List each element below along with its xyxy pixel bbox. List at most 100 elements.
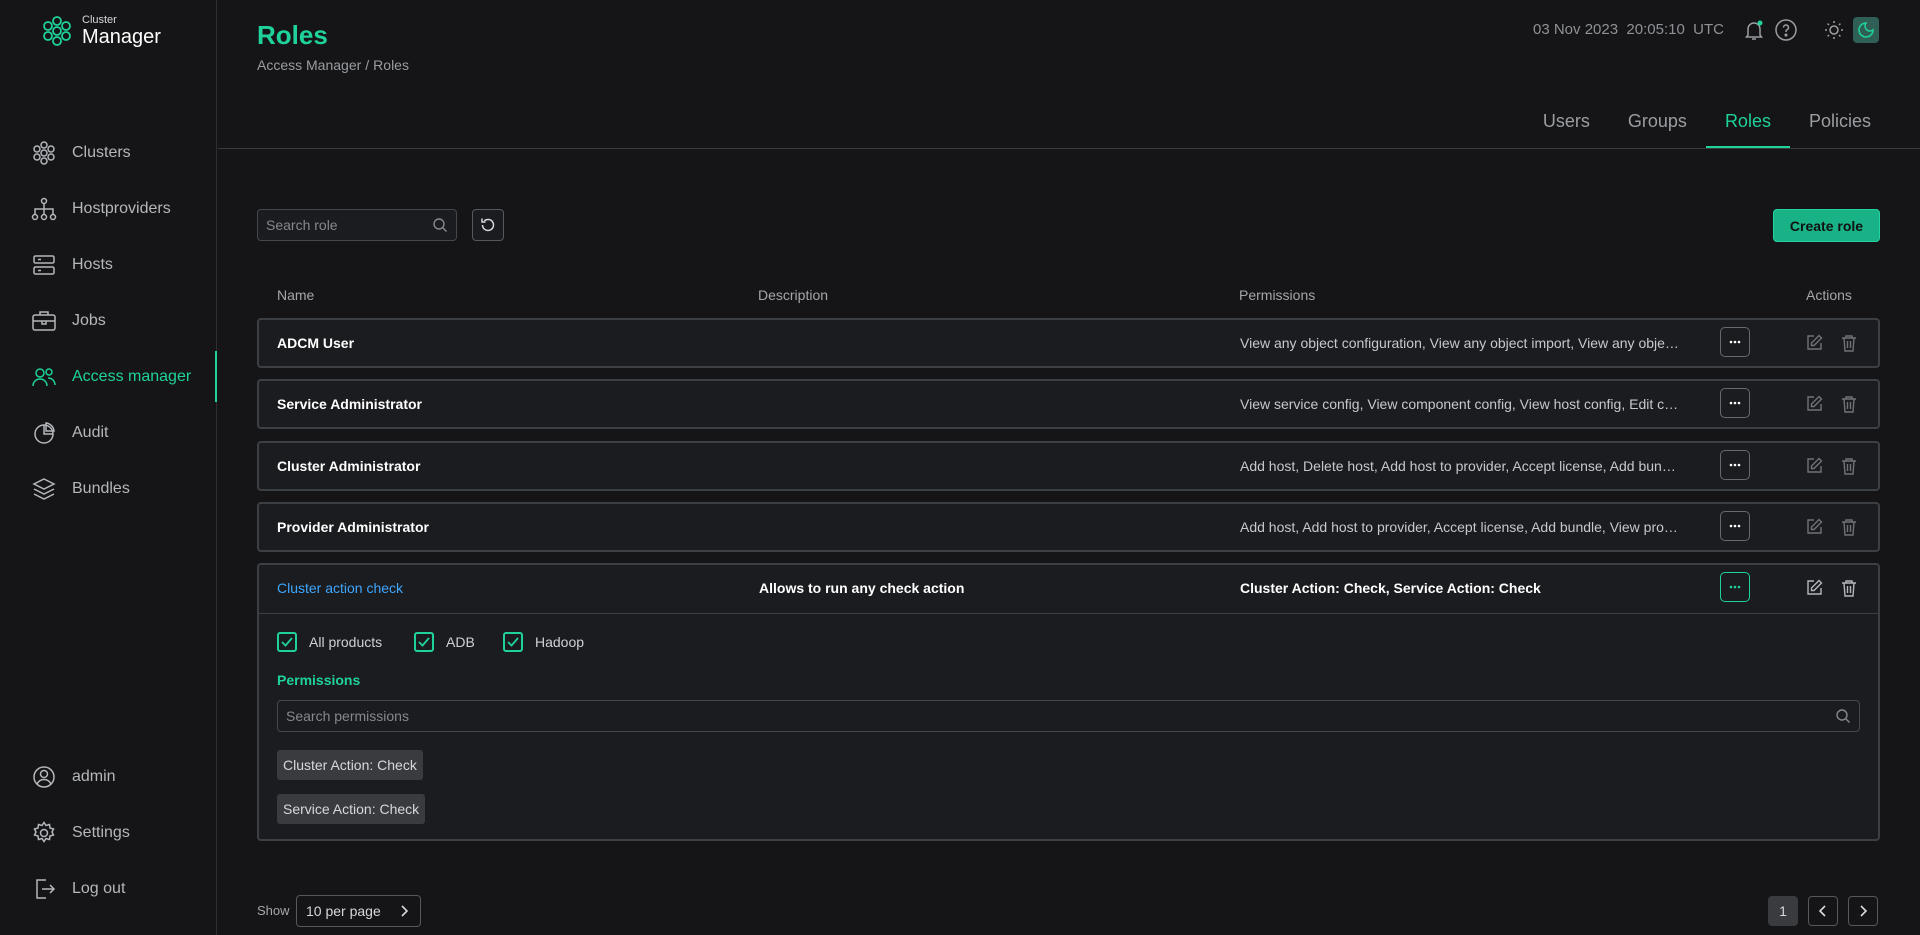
permissions-heading: Permissions: [277, 672, 361, 688]
logo-icon: [43, 16, 71, 46]
expand-row-button[interactable]: [1720, 511, 1750, 541]
tab-roles[interactable]: Roles: [1705, 106, 1790, 148]
sidebar-item-access-manager[interactable]: Access manager: [30, 362, 191, 392]
chevron-right-icon: [397, 904, 411, 921]
sidebar: Cluster Manager Clusters Hostproviders H…: [0, 0, 217, 935]
checkbox-checked-icon: [277, 632, 297, 652]
refresh-button[interactable]: [472, 209, 504, 241]
role-name: Service Administrator: [277, 396, 422, 412]
column-header-description[interactable]: Description: [758, 287, 828, 303]
checkbox-adb[interactable]: ADB: [414, 632, 475, 652]
sidebar-item-label: Hostproviders: [72, 200, 171, 217]
tab-groups[interactable]: Groups: [1609, 106, 1706, 148]
trash-icon[interactable]: [1838, 516, 1860, 538]
checkbox-label: Hadoop: [535, 634, 585, 650]
table-row[interactable]: Cluster Administrator Add host, Delete h…: [257, 441, 1880, 491]
app-logo[interactable]: Cluster Manager: [40, 14, 161, 48]
access-manager-icon: [30, 363, 58, 391]
tab-users[interactable]: Users: [1524, 106, 1609, 148]
sidebar-item-label: Clusters: [72, 144, 131, 161]
sidebar-item-jobs[interactable]: Jobs: [30, 306, 106, 336]
datetime: 03 Nov 2023 20:05:10 UTC: [1533, 21, 1724, 38]
checkbox-hadoop[interactable]: Hadoop: [503, 632, 584, 652]
date-text: 03 Nov 2023: [1533, 21, 1619, 38]
refresh-icon: [481, 218, 495, 232]
search-permissions-input[interactable]: [286, 708, 1786, 724]
moon-icon: [1858, 22, 1874, 38]
role-name: Cluster Administrator: [277, 458, 421, 474]
sidebar-item-hosts[interactable]: Hosts: [30, 250, 113, 280]
next-page-button[interactable]: [1848, 896, 1878, 926]
table-row[interactable]: Service Administrator View service confi…: [257, 379, 1880, 429]
per-page-select[interactable]: 10 per page: [296, 895, 421, 927]
breadcrumb-item-access-manager[interactable]: Access Manager: [257, 57, 361, 73]
sidebar-item-hostproviders[interactable]: Hostproviders: [30, 194, 171, 224]
table-row[interactable]: ADCM User View any object configuration,…: [257, 318, 1880, 368]
column-header-permissions[interactable]: Permissions: [1239, 287, 1315, 303]
search-role-box: [257, 209, 457, 241]
jobs-icon: [30, 307, 58, 335]
sidebar-item-label: Access manager: [72, 368, 192, 385]
expand-row-button[interactable]: [1720, 327, 1750, 357]
trash-icon[interactable]: [1838, 332, 1860, 354]
role-description: [759, 504, 1219, 550]
role-name: Provider Administrator: [277, 519, 429, 535]
sidebar-item-label: admin: [72, 768, 116, 785]
dark-mode-toggle[interactable]: [1853, 17, 1879, 43]
clusters-icon: [30, 139, 58, 167]
search-icon: [1835, 708, 1851, 729]
checkbox-all-products[interactable]: All products: [277, 632, 382, 652]
create-role-button[interactable]: Create role: [1773, 209, 1880, 242]
trash-icon[interactable]: [1838, 455, 1860, 477]
sidebar-item-bundles[interactable]: Bundles: [30, 474, 130, 504]
more-dots-icon: [1729, 463, 1741, 467]
permission-chip: Service Action: Check: [277, 794, 426, 824]
edit-icon[interactable]: [1803, 393, 1825, 415]
bundles-icon: [30, 475, 58, 503]
sidebar-item-clusters[interactable]: Clusters: [30, 138, 131, 168]
chevron-left-icon: [1818, 905, 1826, 917]
table-row[interactable]: Provider Administrator Add host, Add hos…: [257, 502, 1880, 552]
trash-icon[interactable]: [1838, 577, 1860, 599]
more-dots-icon: [1729, 340, 1741, 344]
search-permissions-box: [277, 700, 1860, 732]
chevron-right-icon: [1860, 905, 1868, 917]
role-name: ADCM User: [277, 335, 355, 351]
role-permissions: Cluster Action: Check, Service Action: C…: [1240, 580, 1541, 596]
sidebar-item-label: Hosts: [72, 256, 113, 273]
tab-bar: Users Groups Roles Policies: [1524, 106, 1890, 148]
tab-policies[interactable]: Policies: [1790, 106, 1890, 148]
sidebar-item-settings[interactable]: Settings: [30, 818, 130, 848]
column-header-name[interactable]: Name: [277, 287, 314, 303]
expand-row-button[interactable]: [1720, 450, 1750, 480]
edit-icon[interactable]: [1803, 577, 1825, 599]
role-details-panel: All products ADB Hadoop Permissions Clus…: [259, 613, 1878, 839]
logo-small-text: Cluster: [82, 14, 117, 26]
audit-icon: [30, 419, 58, 447]
search-role-input[interactable]: [266, 217, 426, 233]
trash-icon[interactable]: [1838, 393, 1860, 415]
page-title: Roles: [257, 20, 328, 50]
bell-icon[interactable]: [1741, 17, 1767, 43]
more-dots-icon: [1729, 585, 1741, 589]
role-description: [759, 443, 1219, 489]
help-icon[interactable]: [1773, 17, 1799, 43]
sidebar-item-admin[interactable]: admin: [30, 762, 116, 792]
checkbox-label: ADB: [446, 634, 475, 650]
page-button-current[interactable]: 1: [1768, 896, 1798, 926]
edit-icon[interactable]: [1803, 455, 1825, 477]
edit-icon[interactable]: [1803, 332, 1825, 354]
edit-icon[interactable]: [1803, 516, 1825, 538]
collapse-row-button[interactable]: [1720, 572, 1750, 602]
role-name[interactable]: Cluster action check: [277, 565, 737, 611]
gear-icon: [30, 819, 58, 847]
prev-page-button[interactable]: [1808, 896, 1838, 926]
sidebar-item-logout[interactable]: Log out: [30, 874, 125, 904]
logout-icon: [30, 875, 58, 903]
sidebar-item-audit[interactable]: Audit: [30, 418, 108, 448]
column-header-actions: Actions: [1806, 287, 1852, 303]
table-row-expanded[interactable]: Cluster action check Allows to run any c…: [257, 563, 1880, 841]
expand-row-button[interactable]: [1720, 388, 1750, 418]
sun-icon[interactable]: [1821, 17, 1847, 43]
sidebar-active-indicator: [215, 351, 217, 402]
